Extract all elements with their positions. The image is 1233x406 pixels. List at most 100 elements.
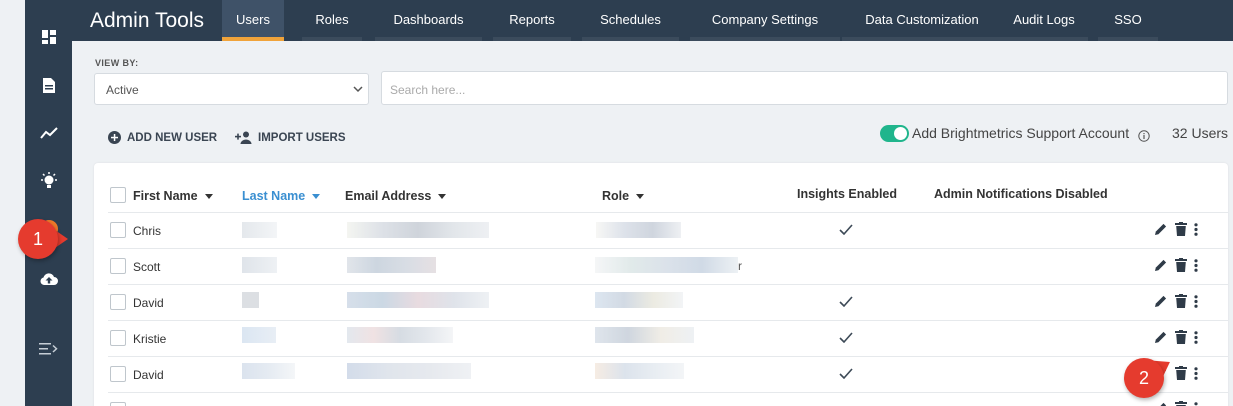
row-checkbox[interactable] [110, 294, 126, 310]
more-options-icon[interactable] [1194, 330, 1198, 349]
import-users-label: IMPORT USERS [258, 131, 346, 144]
redacted-role [596, 222, 681, 238]
tab-company-settings[interactable]: Company Settings [690, 0, 840, 41]
more-options-icon[interactable] [1194, 366, 1198, 385]
step-1-callout: 1 [18, 219, 58, 259]
expand-menu-icon[interactable] [25, 336, 72, 362]
info-icon[interactable] [1138, 129, 1150, 147]
app-title: Admin Tools [90, 9, 205, 32]
tab-sso[interactable]: SSO [1098, 0, 1158, 41]
more-options-icon[interactable] [1194, 401, 1198, 406]
add-new-user-button[interactable]: ADD NEW USER [108, 131, 217, 144]
row-actions [1154, 294, 1198, 313]
edit-pencil-icon[interactable] [1154, 330, 1168, 349]
tab-audit-logs[interactable]: Audit Logs [1000, 0, 1088, 41]
edit-pencil-icon[interactable] [1154, 222, 1168, 241]
redacted-email [347, 292, 489, 308]
tab-users[interactable]: Users [222, 0, 284, 41]
row-divider [108, 392, 1228, 393]
view-by-value: Active [106, 83, 139, 97]
column-header-insights: Insights Enabled [797, 187, 898, 201]
redacted-last-name [242, 222, 277, 238]
redacted-last-name [242, 327, 276, 343]
redacted-last-name [242, 257, 277, 273]
row-divider [108, 320, 1228, 321]
first-name-cell: Kristie [133, 332, 167, 346]
users-table: First Name Last Name Email Address Role … [94, 163, 1228, 406]
more-options-icon[interactable] [1194, 258, 1198, 277]
insights-enabled-check-icon [839, 222, 853, 240]
first-name-cell: Scott [133, 260, 161, 274]
redacted-email [347, 327, 453, 343]
cloud-upload-icon[interactable] [25, 266, 72, 292]
sidebar [25, 0, 72, 406]
row-checkbox[interactable] [110, 330, 126, 346]
tab-dashboards[interactable]: Dashboards [375, 0, 482, 41]
row-checkbox[interactable] [110, 402, 126, 406]
insights-enabled-check-icon [839, 294, 853, 312]
view-by-select[interactable]: Active [94, 73, 369, 105]
delete-trash-icon[interactable] [1175, 258, 1187, 277]
redacted-last-name [242, 292, 259, 308]
toggle-knob [894, 127, 907, 140]
row-actions [1154, 258, 1198, 277]
sort-caret-icon [636, 193, 645, 199]
tab-schedules[interactable]: Schedules [582, 0, 679, 41]
document-icon[interactable] [25, 72, 72, 98]
redacted-role [595, 363, 684, 379]
support-account-label: Add Brightmetrics Support Account [912, 125, 1130, 141]
sort-caret-icon [312, 193, 321, 199]
more-options-icon[interactable] [1194, 294, 1198, 313]
redacted-role [595, 327, 694, 343]
redacted-role [595, 292, 683, 308]
admin-tools-window: Admin Tools Users Roles Dashboards Repor… [0, 0, 1233, 406]
add-new-user-label: ADD NEW USER [127, 131, 218, 144]
column-header-email[interactable]: Email Address [345, 189, 447, 203]
row-checkbox[interactable] [110, 258, 126, 274]
redacted-email [347, 257, 436, 273]
edit-pencil-icon[interactable] [1154, 258, 1168, 277]
user-count: 32 Users [1172, 125, 1229, 141]
import-users-button[interactable]: IMPORT USERS [235, 131, 346, 144]
column-header-first-name[interactable]: First Name [133, 189, 213, 203]
redacted-email [347, 363, 471, 379]
edit-pencil-icon[interactable] [1154, 294, 1168, 313]
tab-roles[interactable]: Roles [302, 0, 362, 41]
redacted-last-name [242, 363, 295, 379]
row-divider [108, 356, 1228, 357]
first-name-cell: Chris [133, 224, 162, 238]
row-checkbox[interactable] [110, 222, 126, 238]
edit-pencil-icon[interactable] [1154, 401, 1168, 406]
row-checkbox[interactable] [110, 366, 126, 382]
first-name-cell: David [133, 296, 164, 310]
select-all-checkbox[interactable] [110, 187, 126, 203]
column-header-role[interactable]: Role [602, 189, 645, 203]
tab-data-customization[interactable]: Data Customization [842, 0, 1002, 41]
dashboard-icon[interactable] [25, 24, 72, 50]
chevron-down-icon [352, 83, 364, 98]
delete-trash-icon[interactable] [1175, 401, 1187, 406]
support-account-toggle[interactable] [880, 125, 909, 142]
insights-enabled-check-icon [839, 330, 853, 348]
delete-trash-icon[interactable] [1175, 294, 1187, 313]
lightbulb-icon[interactable] [25, 168, 72, 194]
first-name-cell: David [133, 368, 164, 382]
row-actions [1154, 330, 1198, 349]
header-divider [108, 212, 1228, 213]
row-divider [108, 284, 1228, 285]
add-user-icon [235, 131, 252, 144]
delete-trash-icon[interactable] [1175, 366, 1187, 385]
view-by-label: VIEW BY: [95, 58, 139, 68]
top-nav-bar: Admin Tools Users Roles Dashboards Repor… [72, 0, 1233, 41]
step-2-callout: 2 [1124, 358, 1164, 398]
trend-line-icon[interactable] [25, 120, 72, 146]
tab-reports[interactable]: Reports [493, 0, 571, 41]
column-header-admin-notifications: Admin Notifications Disabled [934, 187, 1108, 201]
column-header-last-name[interactable]: Last Name [242, 189, 321, 203]
row-divider [108, 248, 1228, 249]
delete-trash-icon[interactable] [1175, 330, 1187, 349]
delete-trash-icon[interactable] [1175, 222, 1187, 241]
search-input[interactable]: Search here... [381, 71, 1228, 105]
redacted-email [347, 222, 489, 238]
more-options-icon[interactable] [1194, 222, 1198, 241]
